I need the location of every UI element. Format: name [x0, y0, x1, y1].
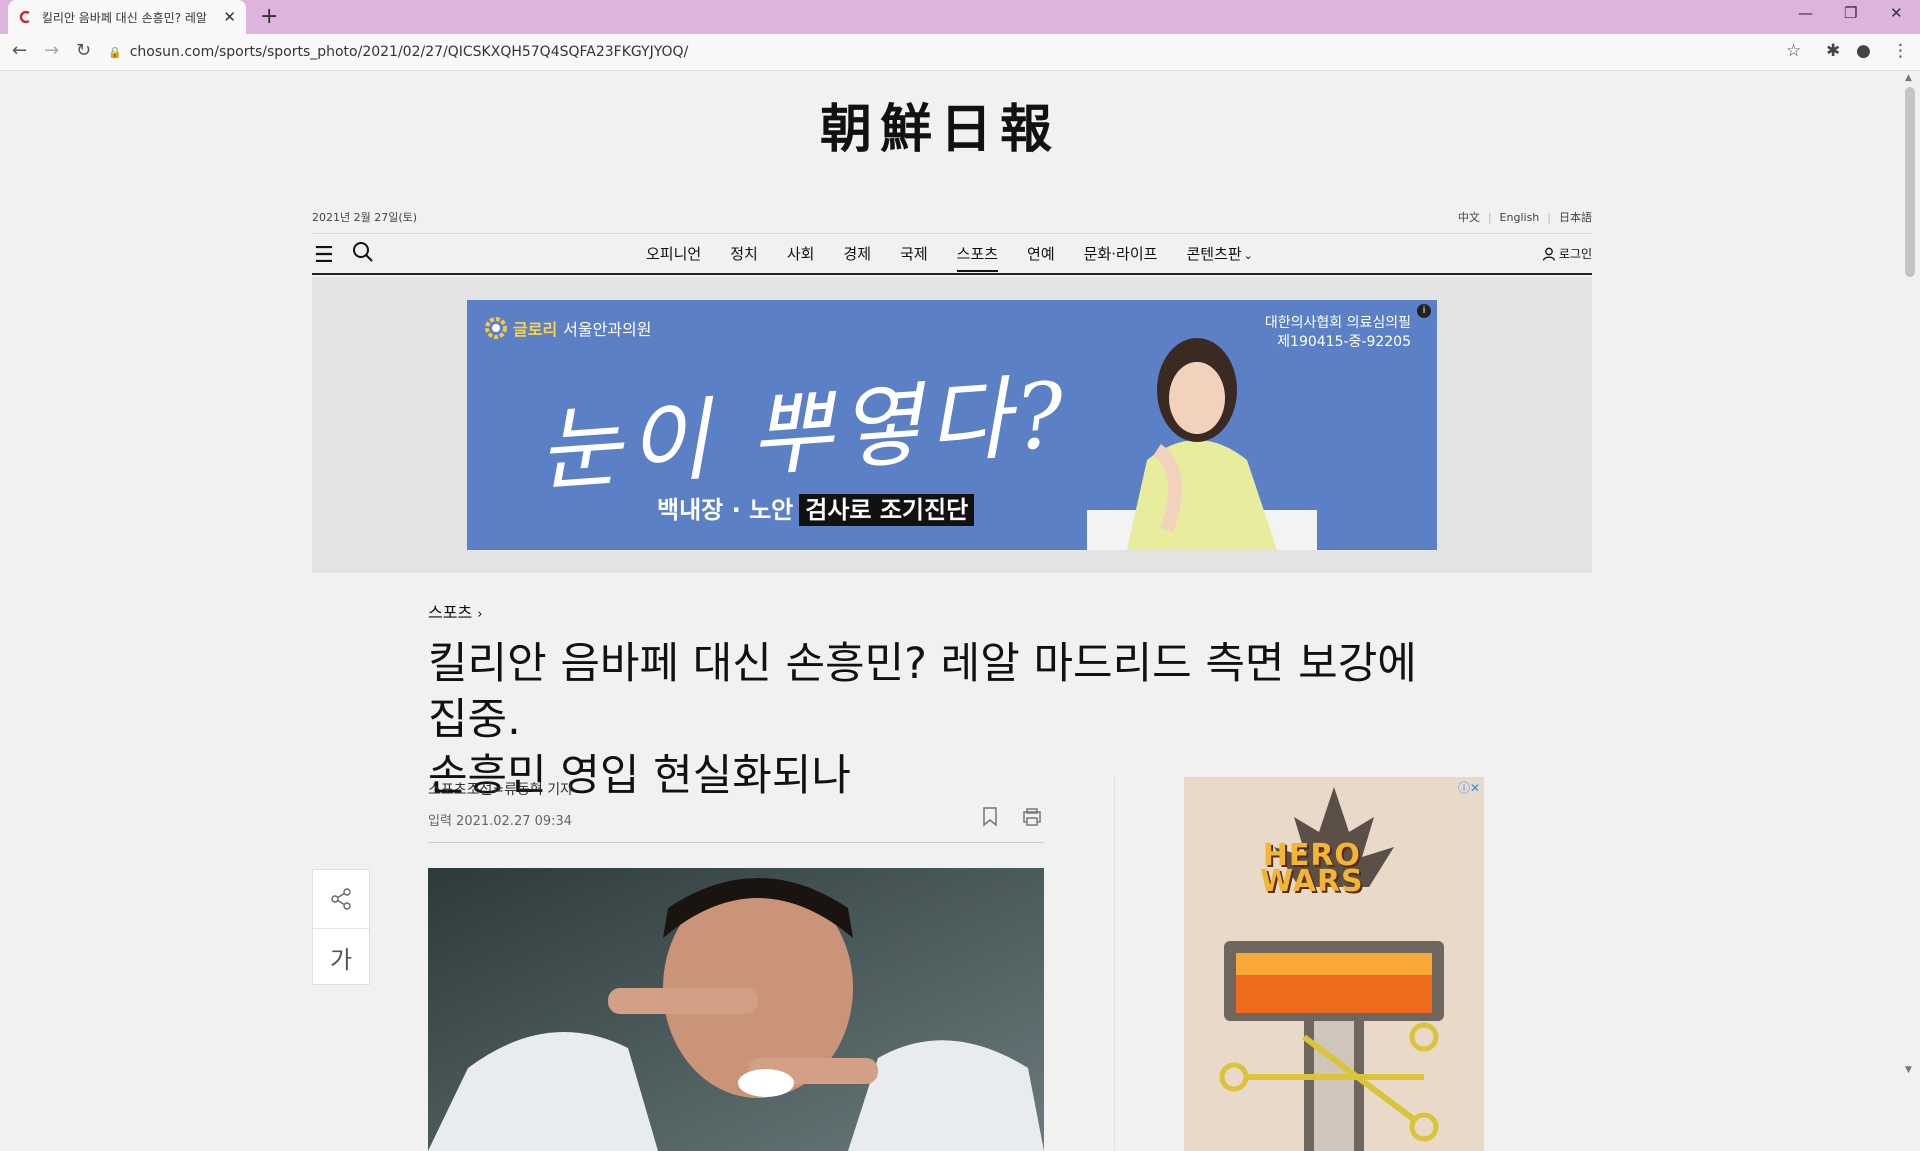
- article-header-divider: [428, 842, 1044, 843]
- hero-wars-artwork: [1219, 787, 1444, 1151]
- permit-line-1: 대한의사협회 의료심의필: [1264, 315, 1411, 331]
- font-size-button[interactable]: 가: [313, 929, 369, 986]
- banner-subtitle: 백내장 · 노안 검사로 조기진단: [657, 490, 975, 526]
- lang-english[interactable]: English: [1500, 211, 1540, 224]
- share-button[interactable]: [313, 870, 369, 929]
- nav-contents-label: 콘텐츠판: [1186, 245, 1242, 263]
- banner-brand-highlight: 글로리: [513, 320, 558, 339]
- top-ad-area: 글로리 서울안과의원 눈이 뿌옇다? 백내장 · 노안 검사로 조기진단 대한의사협…: [312, 277, 1592, 573]
- banner-permit-text: 대한의사협회 의료심의필 제190415-중-92205: [1265, 314, 1411, 352]
- extensions-icon[interactable]: ✱: [1826, 41, 1840, 61]
- page-viewport: 朝鮮日報 2021년 2월 27일(토) 中文 | English | 日本語 ☰ 오피…: [0, 71, 1898, 1151]
- hero-wars-logo: HERO WARS: [1260, 841, 1364, 899]
- banner-brand-name: 서울안과의원: [563, 320, 652, 339]
- player-photo-image: [428, 868, 1044, 1151]
- browser-menu-icon[interactable]: ⋮: [1892, 41, 1909, 61]
- address-bar[interactable]: 🔒 chosun.com/sports/sports_photo/2021/02…: [108, 39, 1788, 65]
- ad-info-icon[interactable]: i: [1417, 304, 1431, 318]
- lang-chinese[interactable]: 中文: [1458, 211, 1480, 224]
- clinic-logo-icon: [485, 317, 507, 339]
- back-icon[interactable]: ←: [12, 40, 27, 61]
- clinic-banner-ad[interactable]: 글로리 서울안과의원 눈이 뿌옇다? 백내장 · 노안 검사로 조기진단 대한의사협…: [467, 300, 1437, 550]
- nav-culture-life[interactable]: 문화·라이프: [1084, 243, 1158, 272]
- nav-contents[interactable]: 콘텐츠판 ⌄: [1186, 243, 1252, 272]
- bookmark-star-icon[interactable]: ☆: [1786, 41, 1801, 61]
- language-links: 中文 | English | 日本語: [1457, 211, 1592, 224]
- section-breadcrumb[interactable]: 스포츠 ›: [428, 599, 482, 623]
- banner-brand: 글로리 서울안과의원: [485, 316, 652, 340]
- scroll-thumb[interactable]: [1905, 87, 1915, 277]
- site-logo[interactable]: 朝鮮日報: [820, 87, 1060, 162]
- chevron-right-icon: ›: [477, 607, 483, 622]
- search-icon[interactable]: [352, 241, 374, 263]
- article-tools: 가: [312, 869, 370, 985]
- chevron-down-icon: ⌄: [1243, 249, 1253, 262]
- permit-line-2: 제190415-중-92205: [1277, 334, 1411, 350]
- column-divider: [1114, 777, 1115, 1151]
- adchoices-close-icon[interactable]: ⓘ✕: [1458, 779, 1480, 796]
- forward-icon[interactable]: →: [44, 40, 59, 61]
- nav-underline: [312, 273, 1592, 275]
- lock-icon: 🔒: [108, 45, 122, 59]
- nav-entertainment[interactable]: 연예: [1027, 243, 1055, 272]
- nav-divider: [312, 233, 1592, 234]
- main-nav: 오피니언 정치 사회 경제 국제 스포츠 연예 문화·라이프 콘텐츠판 ⌄: [646, 243, 1282, 272]
- nav-politics[interactable]: 정치: [730, 243, 758, 272]
- byline[interactable]: 스포츠조선=류동혁 기자: [428, 779, 573, 799]
- banner-headline: 눈이 뿌옇다?: [534, 362, 1074, 505]
- minimize-icon[interactable]: —: [1798, 4, 1813, 22]
- nav-sports[interactable]: 스포츠: [956, 243, 999, 272]
- reload-icon[interactable]: ↻: [76, 40, 91, 61]
- banner-sub-box: 검사로 조기진단: [799, 494, 975, 526]
- chosun-favicon-icon: [19, 10, 30, 24]
- print-icon[interactable]: [1022, 807, 1042, 827]
- headline-line-1: 킬리안 음바페 대신 손흥민? 레알 마드리드 측면 보강에 집중.: [428, 639, 1417, 745]
- url-text: chosun.com/sports/sports_photo/2021/02/2…: [129, 44, 689, 60]
- profile-icon[interactable]: ●: [1856, 41, 1871, 61]
- hamburger-menu-icon[interactable]: ☰: [314, 243, 334, 268]
- hero-logo-line-2: WARS: [1260, 864, 1364, 899]
- today-date: 2021년 2월 27일(토): [312, 211, 418, 224]
- login-button[interactable]: 로그인: [1542, 245, 1592, 262]
- hero-wars-ad[interactable]: ⓘ✕ HERO WARS: [1184, 777, 1484, 1151]
- tab-strip: 킬리안 음바페 대신 손흥민? 레알 ✕ + — ❐ ✕: [0, 0, 1920, 34]
- nav-opinion[interactable]: 오피니언: [646, 243, 701, 272]
- scroll-down-icon[interactable]: ▼: [1905, 1065, 1912, 1075]
- page-scrollbar[interactable]: ▲ ▼: [1900, 71, 1920, 1080]
- published-time: 입력 2021.02.27 09:34: [428, 814, 573, 829]
- tab-close-icon[interactable]: ✕: [223, 8, 236, 26]
- article-photo[interactable]: [428, 868, 1044, 1151]
- banner-sub-left: 백내장 · 노안: [657, 496, 794, 524]
- tab-title: 킬리안 음바페 대신 손흥민? 레알: [41, 10, 207, 25]
- nav-society[interactable]: 사회: [787, 243, 815, 272]
- share-icon: [331, 888, 351, 910]
- new-tab-icon[interactable]: +: [260, 4, 278, 29]
- login-label: 로그인: [1558, 247, 1592, 261]
- restore-icon[interactable]: ❐: [1844, 4, 1857, 22]
- browser-toolbar: ← → ↻ 🔒 chosun.com/sports/sports_photo/2…: [0, 34, 1920, 71]
- bookmark-icon[interactable]: [982, 807, 998, 827]
- lang-japanese[interactable]: 日本語: [1559, 211, 1592, 224]
- nav-international[interactable]: 국제: [900, 243, 928, 272]
- nav-economy[interactable]: 경제: [843, 243, 871, 272]
- window-close-icon[interactable]: ✕: [1890, 4, 1903, 22]
- scroll-up-icon[interactable]: ▲: [1905, 73, 1912, 83]
- user-icon: [1542, 247, 1556, 261]
- browser-tab[interactable]: 킬리안 음바페 대신 손흥민? 레알 ✕: [8, 0, 246, 34]
- section-label: 스포츠: [428, 603, 473, 622]
